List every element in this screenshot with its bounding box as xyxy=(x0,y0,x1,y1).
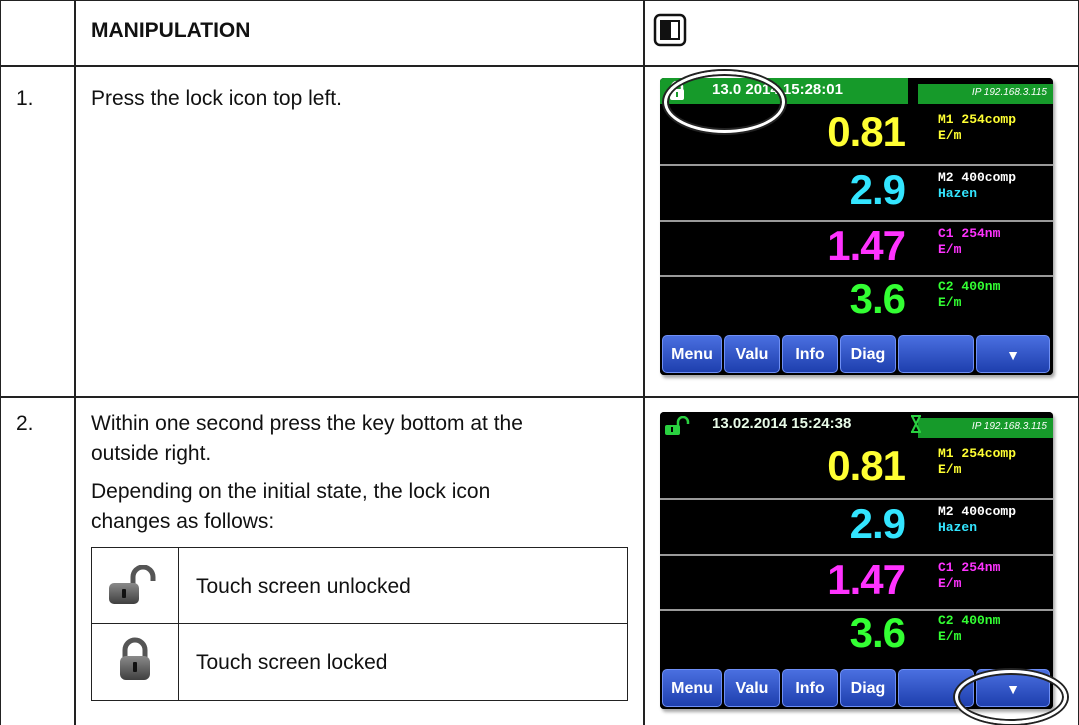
ip-address: IP 192.168.3.115 xyxy=(971,87,1047,98)
table-border-left xyxy=(0,0,1,725)
measurement-row: 2.9 M2 400comp Hazen xyxy=(660,500,1053,558)
lock-icon[interactable] xyxy=(664,416,692,436)
step-instruction: Press the lock icon top left. xyxy=(91,87,342,110)
measurement-unit: E/m xyxy=(938,576,962,591)
measurement-unit: E/m xyxy=(938,128,962,143)
legend-column-divider xyxy=(178,547,179,701)
legend-border-mid xyxy=(91,623,628,624)
device-screen-step2: 13.02.2014 15:24:38 IP 192.168.3.115 0.8… xyxy=(660,412,1053,709)
hourglass-icon xyxy=(911,415,921,433)
measurement-label: C1 254nm xyxy=(938,560,1001,575)
measurement-label: M2 400comp xyxy=(938,170,1017,185)
measurement-label: M1 254comp xyxy=(938,112,1017,127)
menu-key[interactable]: Menu xyxy=(662,335,722,373)
column-divider-2 xyxy=(643,0,645,725)
lock-state-legend: Touch screen unlocked Touch screen locke… xyxy=(91,547,628,701)
legend-border-right xyxy=(627,547,628,701)
value-key[interactable]: Valu xyxy=(724,669,780,707)
datetime: 13.02.2014 15:24:38 xyxy=(712,415,852,432)
measurement-row: 1.47 C1 254nm E/m xyxy=(660,222,1053,280)
legend-border-bottom xyxy=(91,700,628,701)
menu-key[interactable]: Menu xyxy=(662,669,722,707)
measurement-value: 2.9 xyxy=(849,500,906,547)
table-border-top xyxy=(0,0,1079,1)
measurement-unit: E/m xyxy=(938,295,962,310)
highlight-oval-lock xyxy=(664,71,785,133)
manual-book-icon xyxy=(653,13,687,47)
measurement-label: C1 254nm xyxy=(938,226,1001,241)
measurement-row: 1.47 C1 254nm E/m xyxy=(660,556,1053,614)
instruction-table: MANIPULATION 1. Press the lock icon top … xyxy=(0,0,1079,725)
measurement-row: 2.9 M2 400comp Hazen xyxy=(660,166,1053,224)
manipulation-header: MANIPULATION xyxy=(91,19,251,42)
step-instruction-line: changes as follows: xyxy=(91,510,275,533)
measurement-unit: Hazen xyxy=(938,186,978,201)
step-instruction-line: Within one second press the key bottom a… xyxy=(91,412,523,435)
measurement-row: 0.81 M1 254comp E/m xyxy=(660,438,1053,496)
measurement-unit: E/m xyxy=(938,629,962,644)
step-instruction-line: outside right. xyxy=(91,442,212,465)
value-key[interactable]: Valu xyxy=(724,335,780,373)
unlocked-lock-icon xyxy=(109,565,156,604)
measurement-label: C2 400nm xyxy=(938,613,1001,628)
legend-label: Touch screen locked xyxy=(196,651,388,674)
measurement-value: 0.81 xyxy=(827,442,906,489)
measurement-row: 3.6 C2 400nm E/m xyxy=(660,275,1053,335)
softkey-bar: Menu Valu Info Diag ▼ xyxy=(660,333,1053,375)
measurement-value: 1.47 xyxy=(827,222,906,269)
diag-key[interactable]: Diag xyxy=(840,335,896,373)
info-key[interactable]: Info xyxy=(782,335,838,373)
measurement-label: M1 254comp xyxy=(938,446,1017,461)
measurement-unit: Hazen xyxy=(938,520,978,535)
column-divider-1 xyxy=(74,0,76,725)
legend-border-top xyxy=(91,547,628,548)
measurement-value: 0.81 xyxy=(827,108,906,155)
measurement-value: 3.6 xyxy=(849,275,906,322)
legend-label: Touch screen unlocked xyxy=(196,575,411,598)
down-arrow-key[interactable]: ▼ xyxy=(976,335,1050,373)
info-key[interactable]: Info xyxy=(782,669,838,707)
measurement-value: 2.9 xyxy=(849,166,906,213)
measurement-unit: E/m xyxy=(938,462,962,477)
measurement-unit: E/m xyxy=(938,242,962,257)
step-number: 2. xyxy=(16,412,34,435)
measurement-label: M2 400comp xyxy=(938,504,1017,519)
row-divider-header xyxy=(0,65,1079,67)
step-number: 1. xyxy=(16,87,34,110)
measurement-value: 1.47 xyxy=(827,556,906,603)
locked-lock-icon xyxy=(120,637,150,680)
ip-address: IP 192.168.3.115 xyxy=(971,421,1047,432)
highlight-oval-key xyxy=(955,670,1067,724)
measurement-row: 3.6 C2 400nm E/m xyxy=(660,609,1053,669)
row-divider-step1 xyxy=(0,396,1079,398)
diag-key[interactable]: Diag xyxy=(840,669,896,707)
blank-key[interactable] xyxy=(898,335,974,373)
measurement-label: C2 400nm xyxy=(938,279,1001,294)
legend-border-left xyxy=(91,547,92,701)
measurement-value: 3.6 xyxy=(849,609,906,656)
step-instruction-line: Depending on the initial state, the lock… xyxy=(91,480,491,503)
